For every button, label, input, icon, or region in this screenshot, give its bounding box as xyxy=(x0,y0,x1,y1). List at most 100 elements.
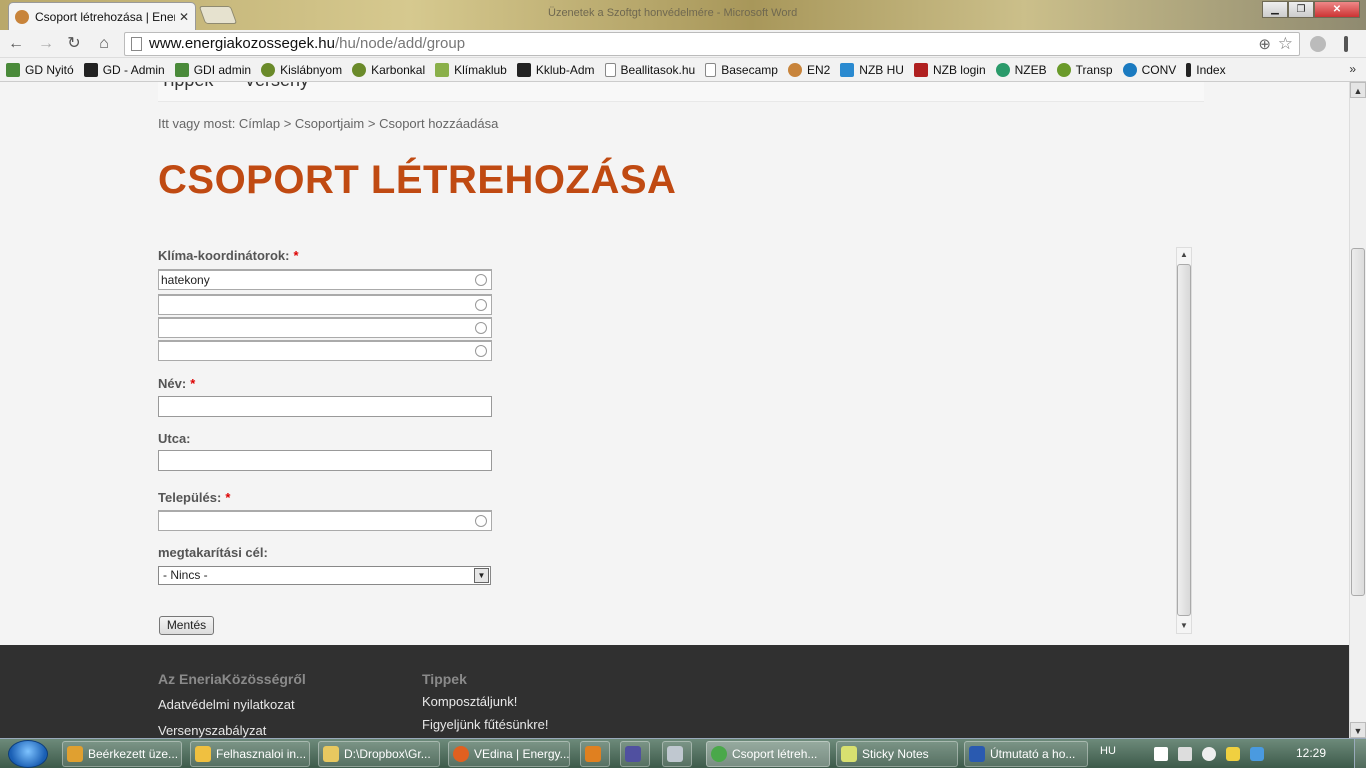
bookmark-icon xyxy=(995,62,1010,77)
taskbar-item[interactable] xyxy=(620,741,650,767)
footer-link-heating[interactable]: Figyeljünk fűtésünkre! xyxy=(422,717,548,732)
taskbar-item[interactable]: Sticky Notes xyxy=(836,741,958,767)
taskbar-item-label: Sticky Notes xyxy=(862,747,929,761)
street-input[interactable] xyxy=(158,450,492,471)
bookmark-item[interactable]: NZB HU xyxy=(840,62,904,77)
coordinator-input-1[interactable]: hatekony xyxy=(158,269,492,290)
taskbar-item[interactable]: Felhasznaloi in... xyxy=(190,741,310,767)
taskbar-item[interactable] xyxy=(580,741,610,767)
coordinator-input-2[interactable] xyxy=(158,294,492,315)
nav-item-verseny[interactable]: Verseny xyxy=(244,82,309,91)
tray-app-icon[interactable] xyxy=(1154,747,1168,761)
minimize-button[interactable]: ▁ xyxy=(1262,1,1288,18)
bookmark-item[interactable]: Klímaklub xyxy=(435,62,507,77)
name-label-text: Név: xyxy=(158,376,187,391)
scroll-up-icon[interactable]: ▲ xyxy=(1177,248,1191,262)
bookmark-item[interactable]: EN2 xyxy=(787,62,830,77)
bookmark-item[interactable]: GDI admin xyxy=(174,62,251,77)
taskbar-item[interactable]: Beérkezett üze... xyxy=(62,741,182,767)
close-window-button[interactable]: ✕ xyxy=(1314,1,1360,18)
browser-tab-active[interactable]: Csoport létrehozása | Ener ✕ xyxy=(8,2,196,30)
chevron-down-icon[interactable]: ▼ xyxy=(474,568,489,583)
word-icon xyxy=(969,746,985,762)
tray-notification-icon[interactable] xyxy=(1226,747,1240,761)
bookmark-label: Transp xyxy=(1075,62,1113,77)
nav-item-tippek[interactable]: Tippek xyxy=(160,82,213,91)
footer-link-compost[interactable]: Komposztáljunk! xyxy=(422,694,517,709)
required-mark: * xyxy=(293,248,299,263)
bookmark-icon xyxy=(516,62,531,77)
window-titlebar: Csoport létrehozása | Ener ✕ Üzenetek a … xyxy=(0,0,1366,30)
bookmark-label: GD Nyitó xyxy=(25,62,74,77)
bookmark-item[interactable]: Basecamp xyxy=(705,62,778,77)
bookmark-label: Index xyxy=(1196,62,1226,77)
forward-arrow-icon[interactable]: → xyxy=(36,34,56,54)
taskbar-item[interactable]: D:\Dropbox\Gr... xyxy=(318,741,440,767)
footer-link-rules[interactable]: Versenyszabályzat xyxy=(158,723,266,738)
maximize-button[interactable]: ❐ xyxy=(1288,1,1314,18)
scroll-down-icon[interactable]: ▼ xyxy=(1177,619,1191,633)
save-button[interactable]: Mentés xyxy=(159,616,214,635)
bookmark-item[interactable]: GD Nyitó xyxy=(6,62,74,77)
taskbar-item-active[interactable]: Csoport létreh... xyxy=(706,741,830,767)
page-scrollbar[interactable]: ▲ ▼ xyxy=(1349,82,1366,738)
bookmark-item[interactable]: CONV xyxy=(1122,62,1176,77)
bookmark-item[interactable]: Index xyxy=(1186,62,1226,77)
taskbar-item[interactable] xyxy=(662,741,692,767)
bookmark-item[interactable]: Beallitasok.hu xyxy=(604,62,695,77)
form-scrollbar[interactable]: ▲ ▼ xyxy=(1176,247,1192,634)
scroll-down-icon[interactable]: ▼ xyxy=(1350,722,1366,738)
reload-icon[interactable]: ↻ xyxy=(64,34,84,54)
volume-icon[interactable] xyxy=(1202,747,1216,761)
bookmark-item[interactable]: GD - Admin xyxy=(83,62,165,77)
scrollbar-thumb[interactable] xyxy=(1351,248,1365,596)
bookmark-item[interactable]: Kislábnyom xyxy=(261,62,342,77)
bookmark-label: Karbonkal xyxy=(371,62,426,77)
start-button[interactable] xyxy=(8,740,48,768)
back-arrow-icon[interactable]: ← xyxy=(6,34,26,54)
network-icon[interactable] xyxy=(1178,747,1192,761)
bookmark-item[interactable]: Karbonkal xyxy=(352,62,426,77)
address-bar[interactable]: www.energiakozossegek.hu/hu/node/add/gro… xyxy=(124,32,1300,56)
tab-close-icon[interactable]: ✕ xyxy=(179,10,189,24)
sticky-notes-icon xyxy=(841,746,857,762)
bookmark-icon xyxy=(261,62,276,77)
footer-link-privacy[interactable]: Adatvédelmi nyilatkozat xyxy=(158,697,295,712)
taskbar-item-label: Útmutató a ho... xyxy=(990,747,1076,761)
bookmark-item[interactable]: NZB login xyxy=(913,62,986,77)
home-icon[interactable]: ⌂ xyxy=(94,34,114,54)
scroll-up-icon[interactable]: ▲ xyxy=(1350,82,1366,98)
extension-icon[interactable] xyxy=(1310,36,1326,52)
bookmark-item[interactable]: Kklub-Adm xyxy=(516,62,595,77)
bookmark-star-icon[interactable]: ☆ xyxy=(1278,33,1293,55)
folder-icon xyxy=(323,746,339,762)
bookmark-item[interactable]: NZEB xyxy=(995,62,1047,77)
new-tab-button[interactable] xyxy=(198,6,238,24)
coordinator-input-4[interactable] xyxy=(158,340,492,361)
name-input[interactable] xyxy=(158,396,492,417)
bookmark-label: NZB login xyxy=(932,62,986,77)
bookmarks-overflow-button[interactable]: » xyxy=(1349,62,1356,76)
town-input[interactable] xyxy=(158,510,492,531)
bookmark-label: NZB HU xyxy=(859,62,904,77)
show-desktop-button[interactable] xyxy=(1354,739,1366,768)
bookmark-label: Kklub-Adm xyxy=(535,62,595,77)
taskbar-item[interactable]: VEdina | Energy... xyxy=(448,741,570,767)
saving-target-select[interactable]: - Nincs - ▼ xyxy=(158,566,491,585)
taskbar-item-label: Csoport létreh... xyxy=(732,747,818,761)
system-clock[interactable]: 12:29 xyxy=(1296,746,1326,760)
menu-wrench-icon[interactable] xyxy=(1344,36,1348,52)
coordinator-input-3[interactable] xyxy=(158,317,492,338)
language-indicator[interactable]: HU xyxy=(1100,745,1116,757)
bookmark-label: NZEB xyxy=(1014,62,1047,77)
zoom-icon[interactable]: ⊕ xyxy=(1258,34,1271,56)
taskbar-item-label: Felhasznaloi in... xyxy=(216,747,307,761)
bookmark-icon xyxy=(174,62,189,77)
bookmark-item[interactable]: Transp xyxy=(1056,62,1113,77)
dropbox-icon[interactable] xyxy=(1250,747,1264,761)
scrollbar-thumb[interactable] xyxy=(1177,264,1191,616)
taskbar-item-label: Beérkezett üze... xyxy=(88,747,179,761)
page-icon xyxy=(604,62,616,77)
taskbar-item[interactable]: Útmutató a ho... xyxy=(964,741,1088,767)
site-favicon-icon xyxy=(15,9,29,24)
